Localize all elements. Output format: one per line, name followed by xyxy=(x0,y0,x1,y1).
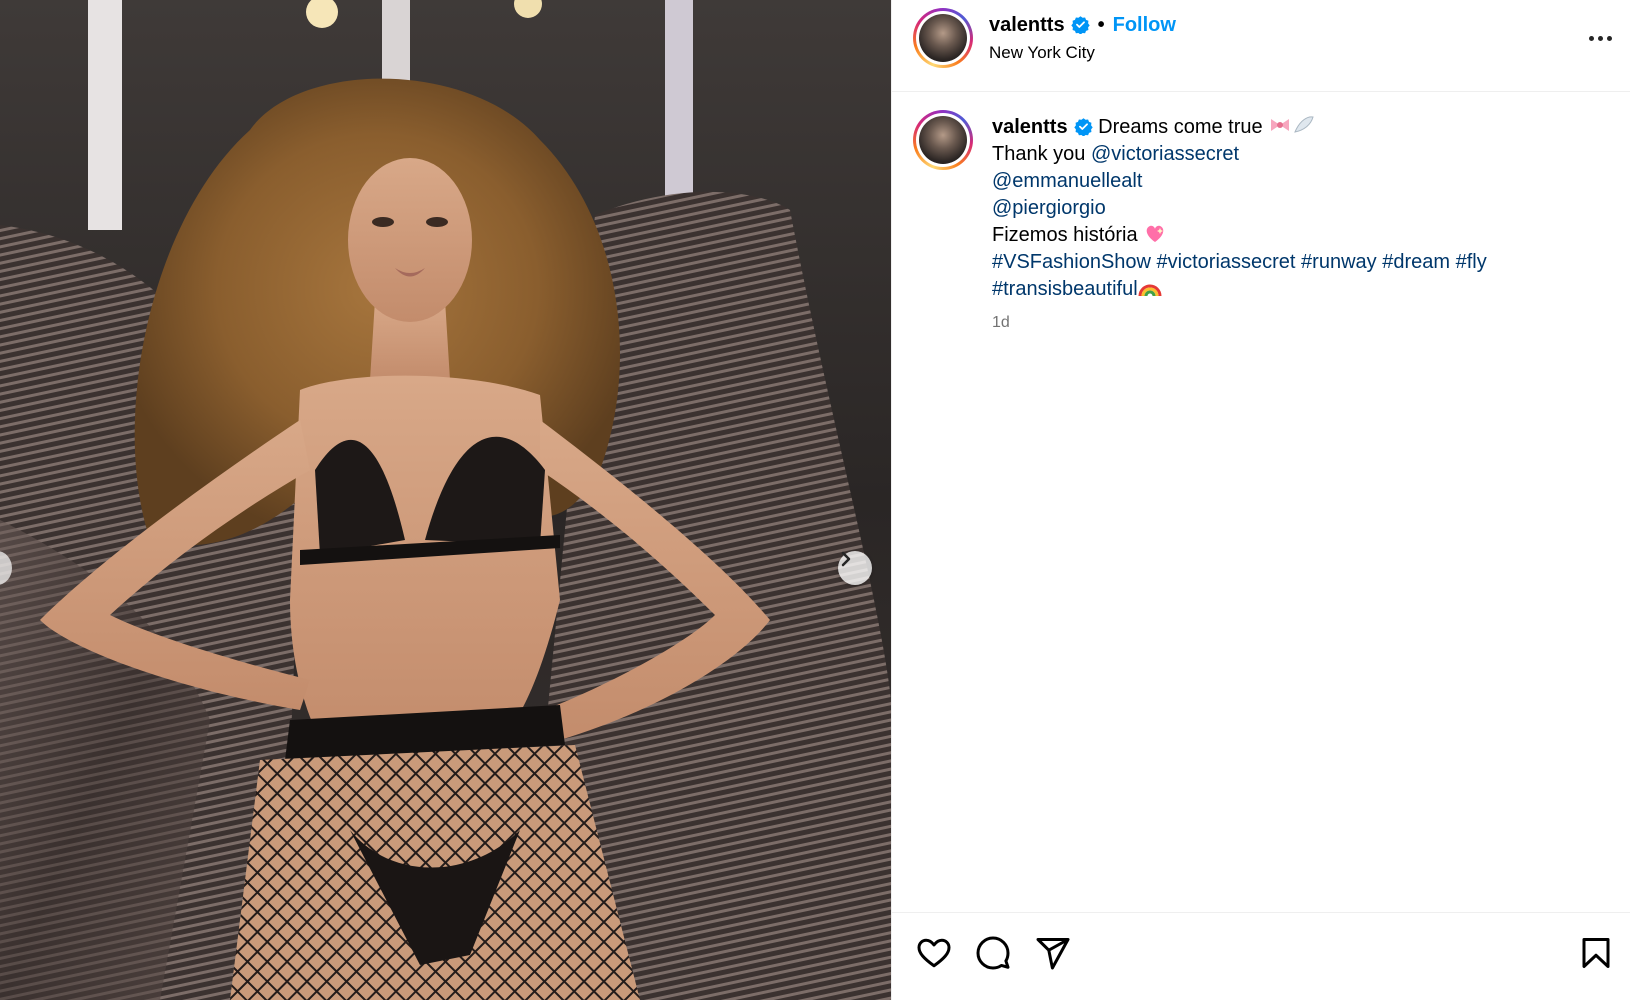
post-details-panel: valentts • Follow New York City valentts D… xyxy=(891,0,1630,1000)
mention-link[interactable]: @emmanuellealt xyxy=(992,170,1142,192)
wing-emoji-icon xyxy=(1294,116,1314,133)
hashtag-link[interactable]: #fly xyxy=(1456,251,1487,273)
heart-icon[interactable] xyxy=(916,935,952,971)
mention-link[interactable]: @victoriassecret xyxy=(1091,143,1239,165)
caption-line-2: Thank you @victoriassecret xyxy=(992,141,1612,168)
rainbow-emoji-icon xyxy=(1138,284,1162,297)
next-slide-button[interactable] xyxy=(838,551,872,585)
post-header: valentts • Follow New York City xyxy=(892,0,1630,92)
verified-badge-icon xyxy=(1073,118,1093,136)
caption-avatar[interactable] xyxy=(913,110,973,170)
caption-text: Dreams come true xyxy=(1098,116,1263,138)
bookmark-icon[interactable] xyxy=(1578,935,1614,971)
avatar[interactable] xyxy=(913,8,973,68)
action-bar xyxy=(892,912,1630,1001)
more-options-icon[interactable] xyxy=(1589,30,1617,46)
hashtag-link[interactable]: #dream xyxy=(1382,251,1450,273)
hashtag-link[interactable]: #runway xyxy=(1301,251,1377,273)
ribbon-emoji-icon xyxy=(1271,119,1290,131)
caption-username-link[interactable]: valentts xyxy=(992,116,1068,138)
username-link[interactable]: valentts xyxy=(989,14,1065,36)
runway-photo xyxy=(0,0,891,1000)
post-caption: valentts Dreams come true Thank you @vic… xyxy=(992,114,1612,303)
separator-dot: • xyxy=(1097,14,1105,36)
caption-line-4: @piergiorgio xyxy=(992,195,1612,222)
share-icon[interactable] xyxy=(1035,935,1071,971)
post-timestamp[interactable]: 1d xyxy=(992,314,1010,332)
caption-line-1: valentts Dreams come true xyxy=(992,114,1612,141)
comment-icon[interactable] xyxy=(975,935,1011,971)
hashtag-link[interactable]: #VSFashionShow xyxy=(992,251,1151,273)
post-media[interactable] xyxy=(0,0,891,1000)
follow-button[interactable]: Follow xyxy=(1113,14,1176,36)
sparkling-heart-emoji-icon xyxy=(1146,225,1164,242)
verified-badge-icon xyxy=(1070,16,1090,34)
hashtag-link[interactable]: #transisbeautiful xyxy=(992,278,1138,300)
caption-line-3: @emmanuellealt xyxy=(992,168,1612,195)
hashtag-link[interactable]: #victoriassecret xyxy=(1157,251,1296,273)
fizemos-text: Fizemos história xyxy=(992,224,1138,246)
thank-you-text: Thank you xyxy=(992,143,1086,165)
caption-line-5: Fizemos história xyxy=(992,222,1612,249)
caption-line-7: #transisbeautiful xyxy=(992,276,1612,303)
mention-link[interactable]: @piergiorgio xyxy=(992,197,1106,219)
chevron-right-icon xyxy=(841,551,851,567)
caption-line-6: #VSFashionShow #victoriassecret #runway … xyxy=(992,249,1612,276)
location-link[interactable]: New York City xyxy=(989,43,1095,63)
header-user-line: valentts • Follow xyxy=(989,14,1176,37)
